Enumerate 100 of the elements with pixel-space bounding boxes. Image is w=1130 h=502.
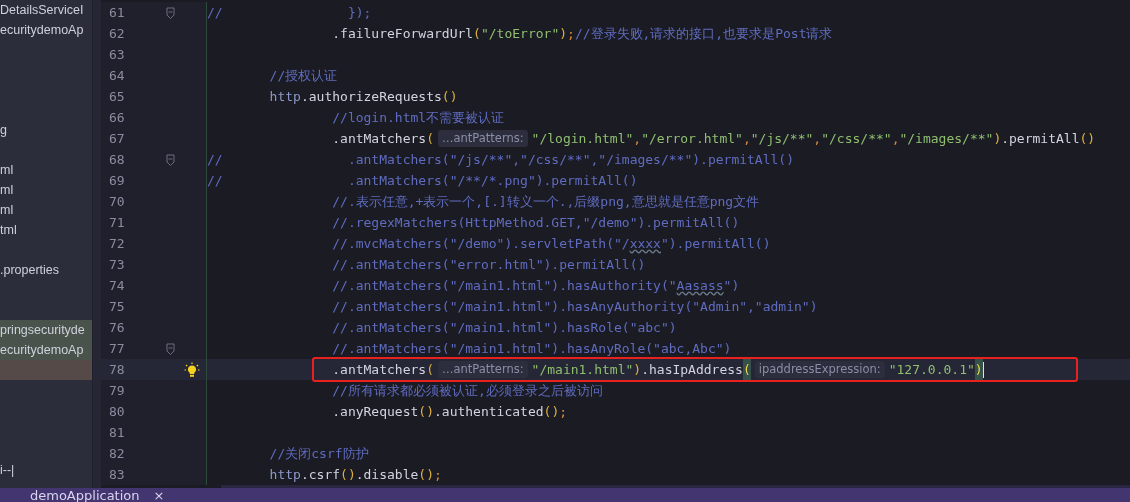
misspelled-word: xxxx bbox=[629, 235, 661, 253]
code-text: .permitAll bbox=[1001, 130, 1080, 148]
string-literal: "127.0.0.1" bbox=[888, 361, 975, 379]
line-number: 75 bbox=[108, 299, 126, 314]
line-number: 74 bbox=[108, 278, 126, 293]
code-comment: // .antMatchers("/**/*.png").permitAll() bbox=[207, 172, 638, 190]
code-comment: //login.html不需要被认证 bbox=[331, 109, 505, 127]
string-literal: "/images/**" bbox=[899, 130, 994, 148]
code-comment: //登录失败,请求的接口,也要求是Post请求 bbox=[574, 25, 833, 43]
code-paren: () bbox=[441, 88, 458, 106]
code-text: .disable bbox=[355, 466, 419, 484]
lightbulb-icon[interactable] bbox=[183, 361, 200, 378]
code-comment: // }); bbox=[207, 4, 372, 22]
string-literal: "/toError" bbox=[480, 25, 560, 43]
matched-paren: ( bbox=[742, 359, 751, 380]
fold-icon[interactable] bbox=[166, 153, 176, 166]
line-number: 73 bbox=[108, 257, 126, 272]
horizontal-scrollbar[interactable] bbox=[221, 485, 1130, 488]
fold-icon[interactable] bbox=[166, 342, 176, 355]
line-number: 83 bbox=[108, 467, 126, 482]
string-literal: "/js/**" bbox=[750, 130, 814, 148]
code-paren: ( bbox=[426, 361, 434, 379]
line-number: 79 bbox=[108, 383, 126, 398]
code-comment: // .antMatchers("/js/**","/css/**","/images/**").permitAll() bbox=[207, 151, 794, 169]
line-number: 64 bbox=[108, 68, 126, 83]
misspelled-word: Aasass bbox=[676, 277, 724, 295]
vertical-scrollbar[interactable] bbox=[92, 0, 101, 488]
code-comment: ") bbox=[723, 277, 740, 295]
code-text: .failureForwardUrl bbox=[331, 25, 474, 43]
parameter-hint: …antPatterns: bbox=[438, 361, 528, 378]
code-punct: ; bbox=[567, 25, 575, 43]
tree-item[interactable]: i--| bbox=[0, 460, 92, 480]
line-number: 61 bbox=[108, 5, 126, 20]
line-number: 66 bbox=[108, 110, 126, 125]
tree-item[interactable]: ml bbox=[0, 160, 92, 180]
tree-item[interactable]: tml bbox=[0, 220, 92, 240]
code-text: .authenticated bbox=[434, 403, 544, 421]
line-number: 77 bbox=[108, 341, 126, 356]
code-paren: ) bbox=[633, 361, 642, 379]
line-number: 70 bbox=[108, 194, 126, 209]
code-text: .antMatchers bbox=[331, 130, 427, 148]
code-variable: http bbox=[268, 88, 301, 106]
code-punct: ; bbox=[559, 403, 568, 421]
code-paren: ( bbox=[473, 25, 481, 43]
code-text: .anyRequest bbox=[331, 403, 419, 421]
line-number: 63 bbox=[108, 47, 126, 62]
code-paren: () bbox=[418, 466, 434, 484]
tree-item[interactable]: ml bbox=[0, 200, 92, 220]
code-paren: () bbox=[418, 403, 434, 421]
code-comment: //.antMatchers("/main1.html").hasAnyAuthority("Admin","admin") bbox=[331, 298, 818, 316]
close-icon[interactable]: × bbox=[153, 488, 165, 502]
line-number: 82 bbox=[108, 446, 126, 461]
code-comment: //关闭csrf防护 bbox=[268, 445, 369, 463]
line-number: 62 bbox=[108, 26, 126, 41]
code-comment: //.antMatchers("/main1.html").hasAuthority(" bbox=[331, 277, 677, 295]
code-comment: //.antMatchers("/main1.html").hasAnyRole("abc,Abc") bbox=[331, 340, 732, 358]
tree-item[interactable]: DetailsServiceI bbox=[0, 0, 92, 20]
line-number: 81 bbox=[108, 425, 126, 440]
code-paren: ( bbox=[426, 130, 434, 148]
code-punct: , bbox=[891, 130, 900, 148]
tree-item[interactable]: .properties bbox=[0, 260, 92, 280]
tree-item[interactable]: pringsecurityde bbox=[0, 320, 92, 340]
tree-item[interactable]: g bbox=[0, 120, 92, 140]
code-punct: , bbox=[742, 130, 751, 148]
code-paren: () bbox=[543, 403, 560, 421]
code-comment: //.antMatchers("error.html").permitAll() bbox=[331, 256, 646, 274]
code-paren: () bbox=[1079, 130, 1096, 148]
string-literal: "/css/**" bbox=[821, 130, 892, 148]
code-comment: ").permitAll() bbox=[660, 235, 771, 253]
text-cursor bbox=[982, 361, 985, 378]
line-number: 71 bbox=[108, 215, 126, 230]
code-comment: //.表示任意,+表示一个,[.]转义一个.,后缀png,意思就是任意png文件 bbox=[331, 193, 760, 211]
string-literal: "/error.html" bbox=[641, 130, 743, 148]
line-number: 80 bbox=[108, 404, 126, 419]
code-paren: () bbox=[340, 466, 356, 484]
parameter-hint: ipaddressExpression: bbox=[754, 361, 885, 378]
line-number: 67 bbox=[108, 131, 126, 146]
code-comment: //.regexMatchers(HttpMethod.GET,"/demo").permitAll() bbox=[331, 214, 740, 232]
code-punct: , bbox=[813, 130, 822, 148]
code-text: .authorizeRequests bbox=[300, 88, 442, 106]
code-paren: ) bbox=[993, 130, 1002, 148]
line-number: 78 bbox=[108, 362, 126, 377]
tree-item[interactable]: ecuritydemoAp bbox=[0, 340, 92, 360]
code-comment: //.mvcMatchers("/demo").servletPath("/ bbox=[331, 235, 630, 253]
run-tab[interactable]: demoApplication bbox=[30, 488, 140, 502]
code-variable: http bbox=[268, 466, 301, 484]
code-text: .hasIpAddress bbox=[641, 361, 743, 379]
code-punct: ; bbox=[434, 466, 442, 484]
tree-item[interactable]: ecuritydemoAp bbox=[0, 20, 92, 40]
fold-icon[interactable] bbox=[166, 6, 176, 19]
line-number: 65 bbox=[108, 89, 126, 104]
code-comment: //所有请求都必须被认证,必须登录之后被访问 bbox=[331, 382, 603, 400]
string-literal: "/login.html" bbox=[531, 130, 634, 148]
code-comment: //.antMatchers("/main1.html").hasRole("abc") bbox=[331, 319, 677, 337]
code-punct: , bbox=[633, 130, 642, 148]
line-number: 72 bbox=[108, 236, 126, 251]
tree-item[interactable]: ml bbox=[0, 180, 92, 200]
code-comment: //授权认证 bbox=[268, 67, 338, 85]
matched-paren: ) bbox=[974, 359, 983, 380]
line-number: 69 bbox=[108, 173, 126, 188]
